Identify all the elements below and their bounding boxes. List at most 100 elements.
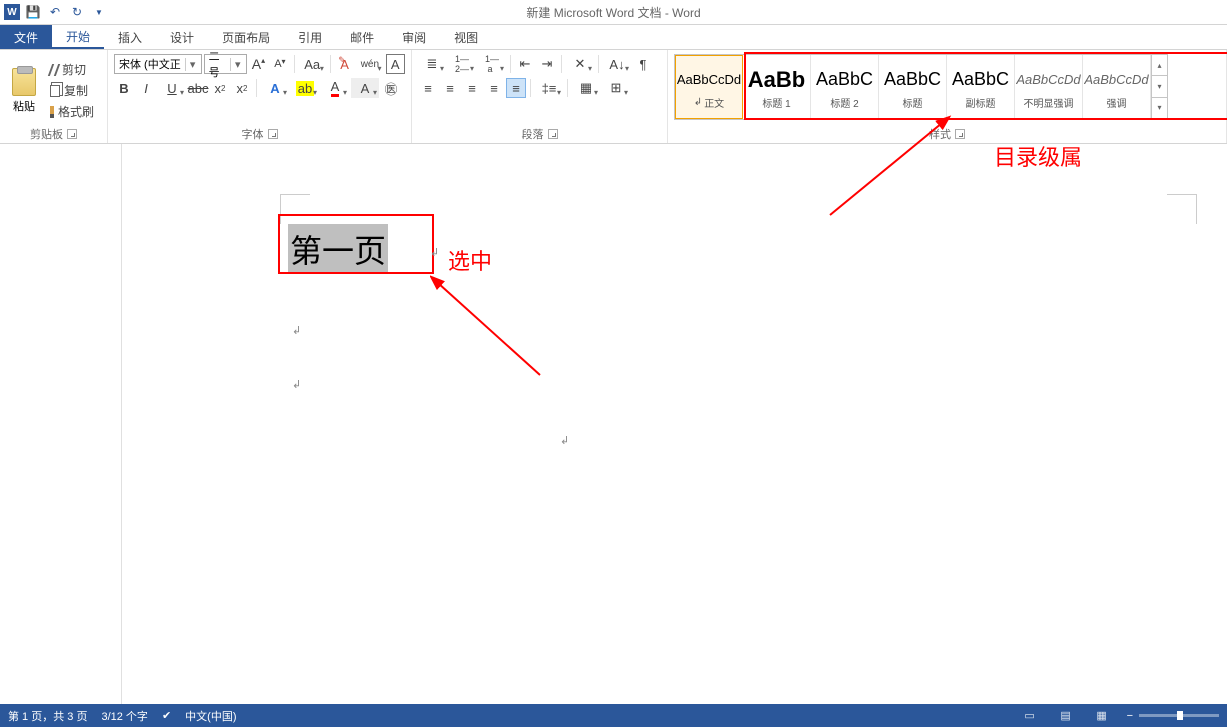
shrink-font-button[interactable]: A▾ [270, 54, 289, 74]
view-print-layout[interactable]: ▤ [1055, 708, 1077, 724]
char-shading-button[interactable]: A [351, 78, 379, 98]
font-size-combo[interactable]: 二号▾ [204, 54, 247, 74]
tab-mailings[interactable]: 邮件 [336, 25, 388, 49]
phonetic-guide-button[interactable]: wén [356, 54, 383, 74]
multilevel-button[interactable]: 1— a [478, 54, 506, 74]
numbering-button[interactable]: 1—2— [448, 54, 476, 74]
styles-dialog-launcher[interactable] [955, 129, 965, 139]
quick-access-toolbar: W 💾 ↶ ↻ ▼ [0, 3, 108, 21]
font-name-combo[interactable]: 宋体 (中文正▾ [114, 54, 202, 74]
paragraph-mark-icon: ↲ [430, 246, 439, 259]
strike-button[interactable]: abc [188, 78, 208, 98]
style-name: 标题 [903, 95, 923, 110]
style-item-heading1[interactable]: AaBb 标题 1 [743, 55, 811, 119]
subscript-button[interactable]: x2 [210, 78, 230, 98]
text-effects-button[interactable]: A [261, 78, 289, 98]
bold-button[interactable]: B [114, 78, 134, 98]
increase-indent-button[interactable]: ⇥ [537, 54, 557, 74]
gallery-scroll-up[interactable]: ▴ [1152, 55, 1167, 76]
sort-button[interactable]: A↓ [603, 54, 631, 74]
align-right-button[interactable]: ≡ [462, 78, 482, 98]
undo-button[interactable]: ↶ [46, 3, 64, 21]
style-preview: AaBbC [884, 65, 941, 95]
copy-label: 复制 [64, 82, 88, 99]
redo-button[interactable]: ↻ [68, 3, 86, 21]
borders-button[interactable]: ⊞ [602, 78, 630, 98]
pilcrow-icon: ↲ [694, 97, 702, 108]
clear-format-button[interactable]: A✎ [335, 54, 354, 74]
underline-button[interactable]: U [158, 78, 186, 98]
status-words[interactable]: 3/12 个字 [101, 708, 147, 724]
zoom-slider[interactable] [1139, 714, 1219, 717]
bullets-button[interactable]: ≣ [418, 54, 446, 74]
tab-insert[interactable]: 插入 [104, 25, 156, 49]
tab-view[interactable]: 视图 [440, 25, 492, 49]
font-dialog-launcher[interactable] [268, 129, 278, 139]
status-page[interactable]: 第 1 页，共 3 页 [8, 708, 87, 724]
copy-icon [50, 85, 60, 97]
change-case-button[interactable]: Aa [299, 54, 326, 74]
tab-review[interactable]: 审阅 [388, 25, 440, 49]
align-left-button[interactable]: ≡ [418, 78, 438, 98]
group-paragraph: ≣ 1—2— 1— a ⇤ ⇥ ✕ A↓ ¶ ≡ ≡ ≡ ≡ ≡ ‡≡ [412, 50, 668, 143]
qat-dropdown[interactable]: ▼ [90, 3, 108, 21]
status-proofing-icon[interactable]: ✔ [162, 709, 171, 722]
font-size-value: 二号 [209, 48, 230, 80]
char-border-button[interactable]: A [386, 54, 405, 74]
asian-layout-button[interactable]: ✕ [566, 54, 594, 74]
style-item-heading2[interactable]: AaBbC 标题 2 [811, 55, 879, 119]
show-marks-button[interactable]: ¶ [633, 54, 653, 74]
italic-button[interactable]: I [136, 78, 156, 98]
grow-font-button[interactable]: A▴ [249, 54, 268, 74]
style-item-emphasis[interactable]: AaBbCcDd 强调 [1083, 55, 1151, 119]
paragraph-dialog-launcher[interactable] [548, 129, 558, 139]
save-button[interactable]: 💾 [24, 3, 42, 21]
ribbon: 粘贴 剪切 复制 格式刷 剪贴板 宋体 (中文正▾ 二号▾ A▴ A▾ Aa A… [0, 50, 1227, 144]
justify-button[interactable]: ≡ [484, 78, 504, 98]
document-page[interactable]: 第一页 ↲ ↲ ↲ ↲ [122, 144, 1227, 704]
copy-button[interactable]: 复制 [46, 81, 98, 100]
align-center-button[interactable]: ≡ [440, 78, 460, 98]
paragraph-mark-icon: ↲ [560, 434, 569, 447]
clipboard-group-label: 剪贴板 [30, 126, 63, 142]
zoom-out-button[interactable]: − [1127, 710, 1133, 722]
style-preview: AaBbCcDd [677, 65, 741, 95]
view-read-mode[interactable]: ▭ [1019, 708, 1041, 724]
title-bar: W 💾 ↶ ↻ ▼ 新建 Microsoft Word 文档 - Word [0, 0, 1227, 25]
style-item-normal[interactable]: AaBbCcDd ↲正文 [675, 55, 743, 119]
styles-group-label: 样式 [929, 126, 951, 142]
tab-file[interactable]: 文件 [0, 25, 52, 49]
style-preview: AaBbCcDd [1016, 65, 1080, 95]
tab-home[interactable]: 开始 [52, 25, 104, 49]
superscript-button[interactable]: x2 [232, 78, 252, 98]
window-title: 新建 Microsoft Word 文档 - Word [526, 4, 700, 21]
clipboard-dialog-launcher[interactable] [67, 129, 77, 139]
status-bar: 第 1 页，共 3 页 3/12 个字 ✔ 中文(中国) ▭ ▤ ▦ − [0, 704, 1227, 727]
style-item-subtitle[interactable]: AaBbC 副标题 [947, 55, 1015, 119]
tab-references[interactable]: 引用 [284, 25, 336, 49]
style-item-subtle-emphasis[interactable]: AaBbCcDd 不明显强调 [1015, 55, 1083, 119]
tab-layout[interactable]: 页面布局 [208, 25, 284, 49]
cut-button[interactable]: 剪切 [46, 60, 98, 79]
gallery-more[interactable]: ▾ [1152, 98, 1167, 119]
font-color-button[interactable]: A [321, 78, 349, 98]
shading-button[interactable]: ▦ [572, 78, 600, 98]
decrease-indent-button[interactable]: ⇤ [515, 54, 535, 74]
paste-button[interactable]: 粘贴 [6, 54, 42, 127]
format-painter-button[interactable]: 格式刷 [46, 102, 98, 121]
brush-icon [50, 106, 54, 118]
status-language[interactable]: 中文(中国) [185, 708, 236, 724]
enclose-char-button[interactable]: ㊩ [381, 78, 401, 98]
tab-design[interactable]: 设计 [156, 25, 208, 49]
distribute-button[interactable]: ≡ [506, 78, 526, 98]
margin-corner-tl [280, 194, 310, 224]
highlight-button[interactable]: ab [291, 78, 319, 98]
styles-gallery: AaBbCcDd ↲正文 AaBb 标题 1 AaBbC 标题 2 AaBbC … [674, 54, 1168, 120]
selected-text[interactable]: 第一页 [288, 224, 388, 274]
view-web-layout[interactable]: ▦ [1091, 708, 1113, 724]
navigation-pane[interactable] [0, 144, 122, 704]
gallery-scroll-down[interactable]: ▾ [1152, 76, 1167, 97]
line-spacing-button[interactable]: ‡≡ [535, 78, 563, 98]
style-item-title[interactable]: AaBbC 标题 [879, 55, 947, 119]
cut-label: 剪切 [62, 61, 86, 78]
